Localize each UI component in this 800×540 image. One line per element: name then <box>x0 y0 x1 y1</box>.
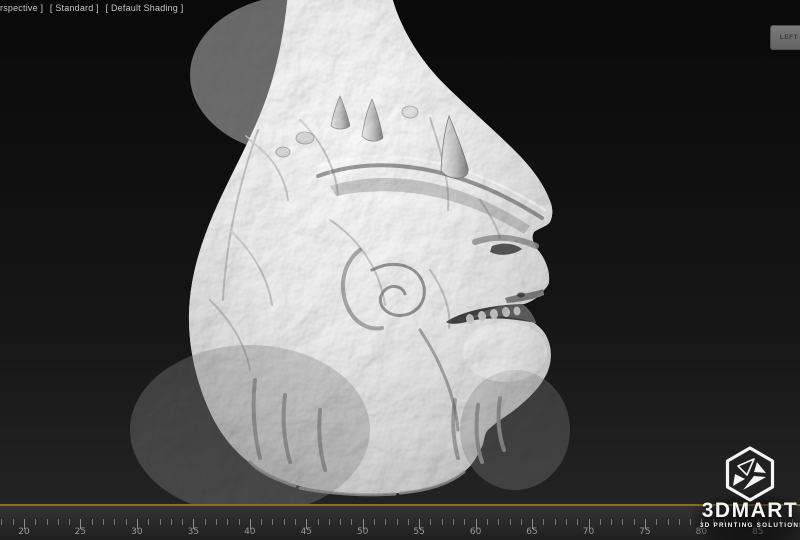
timeline-tick <box>351 519 352 525</box>
timeline-tick <box>239 519 240 525</box>
timeline-tick <box>1 519 2 525</box>
timeline-tick <box>487 519 488 525</box>
timeline-tick <box>148 519 149 525</box>
timeline-trackbar[interactable]: 2025303540455055606570758085 <box>0 506 800 540</box>
brand-logo-icon <box>721 446 779 504</box>
timeline-tick <box>114 519 115 525</box>
timeline-tick <box>216 519 217 525</box>
brand-logo: 3DMART 3D PRINTING SOLUTIONS <box>700 446 800 540</box>
demon-head-group <box>130 0 570 504</box>
timeline-tick-label: 45 <box>301 527 312 537</box>
timeline-tick-label: 40 <box>244 527 255 537</box>
timeline-tick-label: 25 <box>75 527 86 537</box>
timeline-tick-label: 20 <box>18 527 29 537</box>
timeline-tick <box>318 519 319 525</box>
timeline-tick <box>679 519 680 525</box>
timeline-tick-label: 65 <box>526 527 537 537</box>
viewcube[interactable]: LEFT <box>770 25 800 50</box>
timeline-tick <box>13 519 14 525</box>
timeline-tick <box>374 519 375 525</box>
timeline-tick <box>272 519 273 525</box>
timeline-tick <box>442 519 443 525</box>
viewport-canvas[interactable]: rspective ] [ Standard ] [ Default Shadi… <box>0 0 800 504</box>
timeline-tick <box>385 519 386 525</box>
viewport-label-standard[interactable]: [ Standard ] <box>50 3 99 13</box>
timeline-tick <box>171 519 172 525</box>
timeline-tick <box>397 519 398 525</box>
timeline-tick <box>160 519 161 525</box>
timeline-tick <box>295 519 296 525</box>
timeline-tick <box>430 519 431 525</box>
timeline-tick <box>510 519 511 525</box>
timeline-tick <box>622 519 623 525</box>
timeline-tick <box>634 519 635 525</box>
timeline-tick <box>329 519 330 525</box>
timeline-tick-label: 70 <box>583 527 594 537</box>
timeline-tick <box>690 519 691 525</box>
timeline-tick <box>126 519 127 525</box>
timeline-tick <box>555 519 556 525</box>
brand-name: 3DMART <box>700 500 800 522</box>
timeline-tick <box>464 519 465 525</box>
timeline-tick-label: 50 <box>357 527 368 537</box>
timeline-tick <box>611 519 612 525</box>
timeline-tick <box>453 519 454 525</box>
timeline-tick <box>205 519 206 525</box>
brand-tagline: 3D PRINTING SOLUTIONS <box>700 522 800 529</box>
timeline-tick <box>408 519 409 525</box>
demon-head-model[interactable] <box>0 0 800 504</box>
timeline-tick <box>521 519 522 525</box>
timeline-tick <box>69 519 70 525</box>
timeline-tick <box>543 519 544 525</box>
timeline-tick <box>600 519 601 525</box>
timeline-tick <box>577 519 578 525</box>
timeline-tick <box>227 519 228 525</box>
timeline-tick-label: 35 <box>188 527 199 537</box>
timeline-tick <box>182 519 183 525</box>
timeline-tick <box>566 519 567 525</box>
timeline-tick <box>498 519 499 525</box>
timeline-tick <box>58 519 59 525</box>
timeline-tick <box>340 519 341 525</box>
max-window: rspective ] [ Standard ] [ Default Shadi… <box>0 0 800 540</box>
timeline-tick <box>92 519 93 525</box>
timeline-ruler[interactable]: 2025303540455055606570758085 <box>0 506 800 540</box>
viewport-label-shading[interactable]: [ Default Shading ] <box>106 3 184 13</box>
timeline-tick-label: 60 <box>470 527 481 537</box>
timeline-tick <box>668 519 669 525</box>
viewport-label-perspective[interactable]: rspective ] <box>0 3 43 13</box>
timeline-tick <box>284 519 285 525</box>
timeline-tick <box>261 519 262 525</box>
timeline-tick-label: 75 <box>639 527 650 537</box>
timeline-tick-label: 55 <box>413 527 424 537</box>
timeline-tick <box>47 519 48 525</box>
timeline-tick-label: 30 <box>131 527 142 537</box>
timeline-tick <box>656 519 657 525</box>
timeline-tick <box>103 519 104 525</box>
timeline-tick <box>35 519 36 525</box>
viewport-label: rspective ] [ Standard ] [ Default Shadi… <box>0 2 187 14</box>
viewcube-face-label: LEFT <box>780 34 798 41</box>
